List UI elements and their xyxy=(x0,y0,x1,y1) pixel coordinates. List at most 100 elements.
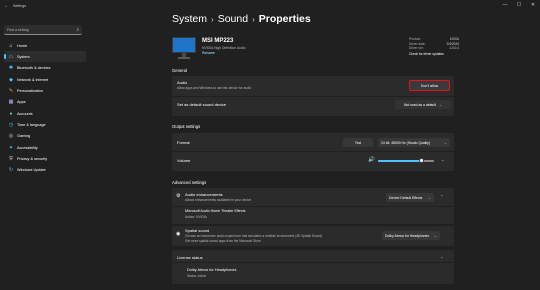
breadcrumb: System › Sound › Properties xyxy=(172,13,311,25)
sidebar-item-label: Bluetooth & devices xyxy=(17,66,51,71)
default-device-label: Set as default sound device xyxy=(177,102,227,107)
sidebar-item-label: System xyxy=(17,54,30,59)
minimize-button[interactable]: — xyxy=(498,0,512,10)
enhancements-select[interactable]: Device Default Effects ⌄ xyxy=(386,193,434,202)
test-button[interactable]: Test xyxy=(343,138,373,147)
chevron-down-icon: ⌄ xyxy=(433,233,437,238)
chevron-right-icon: › xyxy=(252,14,255,24)
advanced-heading: Advanced settings xyxy=(172,180,207,185)
spatial-label: Spatial sound xyxy=(185,228,210,233)
audio-label: Audio xyxy=(177,80,188,85)
search-icon[interactable]: ⌕ xyxy=(76,27,79,32)
chevron-down-icon: ⌄ xyxy=(443,140,447,145)
breadcrumb-sound[interactable]: Sound xyxy=(218,13,248,25)
sidebar-item-label: Network & internet xyxy=(17,77,49,82)
divider xyxy=(172,262,454,263)
sidebar-item-label: Personalization xyxy=(17,88,43,93)
enhancements-value: Device Default Effects xyxy=(389,195,423,200)
default-device-button[interactable]: Not used as a default ⌄ xyxy=(395,100,451,109)
driver-update-link[interactable]: Check for driver updates xyxy=(409,52,459,56)
sidebar-item-windows-update[interactable]: ↻ Windows Update xyxy=(4,165,86,176)
title-bar: ← Settings xyxy=(0,0,540,12)
prop-key: Driver ver: xyxy=(409,46,424,51)
sidebar-item-label: Accounts xyxy=(17,111,33,116)
sidebar-item-bluetooth-devices[interactable]: ✱ Bluetooth & devices xyxy=(4,63,86,74)
windows-update-icon: ↻ xyxy=(8,167,14,174)
device-properties: Product: 1000A Driver date: 2/4/2024 Drive… xyxy=(409,37,459,56)
page-title: Properties xyxy=(258,13,311,25)
format-value: 24 bit, 48000 Hz (Studio Quality) xyxy=(381,140,431,145)
license-card: License status Dolby Atmos for Headphone… xyxy=(172,250,454,284)
gaming-icon: ◎ xyxy=(8,133,14,140)
sidebar-item-accessibility[interactable]: ✦ Accessibility xyxy=(4,142,86,153)
home-icon: ⌂ xyxy=(9,42,13,49)
sidebar-item-label: Privacy & security xyxy=(17,156,48,161)
search-placeholder: Find a setting xyxy=(7,27,29,32)
volume-slider[interactable] xyxy=(378,158,434,164)
window-controls: — ☐ ✕ xyxy=(498,0,540,10)
sidebar-item-privacy-security[interactable]: ⛨ Privacy & security xyxy=(4,153,86,164)
volume-label: Volume xyxy=(177,158,191,163)
privacy-icon: ⛨ xyxy=(9,155,13,162)
sidebar-item-label: Time & language xyxy=(17,122,46,127)
divider xyxy=(172,96,454,97)
device-name: MSI MP223 xyxy=(202,38,234,44)
sidebar-item-label: Home xyxy=(17,43,28,48)
license-status: Status: Active xyxy=(187,274,207,278)
general-heading: General xyxy=(172,68,187,73)
sidebar-item-personalization[interactable]: ✎ Personalization xyxy=(4,85,86,96)
maximize-button[interactable]: ☐ xyxy=(512,0,526,10)
sidebar-nav: ⌂ Home ▭ System ✱ Bluetooth & devices ◆ Network… xyxy=(4,40,86,176)
sidebar-item-label: Gaming xyxy=(17,134,31,139)
back-icon[interactable]: ← xyxy=(4,3,10,9)
enhancements-collapse-icon[interactable]: ⌃ xyxy=(440,194,443,199)
license-name: Dolby Atmos for Headphones xyxy=(187,268,237,272)
sidebar-item-label: Windows Update xyxy=(17,168,46,173)
sidebar-item-label: Accessibility xyxy=(17,145,38,150)
format-select[interactable]: 24 bit, 48000 Hz (Studio Quality) ⌄ xyxy=(378,138,450,147)
divider xyxy=(172,206,454,207)
breadcrumb-system[interactable]: System xyxy=(172,13,207,25)
volume-slider-fill xyxy=(378,160,422,162)
spatial-value: Dolby Atmos for Headphones xyxy=(385,233,430,238)
default-device-text: Not used as a default xyxy=(403,102,437,107)
search-input[interactable]: Find a setting ⌕ xyxy=(4,25,82,35)
monitor-icon xyxy=(172,37,196,59)
sidebar-item-apps[interactable]: ▦ Apps xyxy=(4,97,86,108)
network-icon: ◆ xyxy=(9,76,13,83)
sidebar-item-gaming[interactable]: ◎ Gaming xyxy=(4,131,86,142)
license-collapse-icon[interactable]: ⌃ xyxy=(440,256,443,261)
sidebar-item-network-internet[interactable]: ◆ Network & internet xyxy=(4,74,86,85)
theater-sub: Author: NVIDIA xyxy=(185,215,207,219)
volume-expand-icon[interactable]: ⌄ xyxy=(441,157,444,162)
format-label: Format xyxy=(177,140,190,145)
enhancements-label: Audio enhancements xyxy=(185,192,223,197)
system-icon: ▭ xyxy=(8,53,14,60)
accessibility-icon: ✦ xyxy=(8,144,14,151)
spatial-sub: Choose an immersive audio experience tha… xyxy=(185,234,323,238)
chevron-down-icon: ⌄ xyxy=(427,195,431,200)
spatial-sound-icon: ◉ xyxy=(176,231,181,237)
rename-link[interactable]: Rename xyxy=(202,51,215,55)
accounts-icon: ● xyxy=(9,110,13,117)
output-heading: Output settings xyxy=(172,124,201,129)
speaker-icon[interactable]: 🔊 xyxy=(368,157,375,163)
spatial-select[interactable]: Dolby Atmos for Headphones ⌄ xyxy=(382,231,440,240)
sidebar-item-system[interactable]: ▭ System xyxy=(4,51,86,63)
device-subtitle: NVIDIA High Definition Audio xyxy=(202,46,246,50)
bluetooth-icon: ✱ xyxy=(8,65,14,72)
chevron-down-icon: ⌄ xyxy=(439,102,443,107)
sidebar-item-label: Apps xyxy=(17,100,26,105)
apps-icon: ▦ xyxy=(8,99,14,106)
sidebar-item-time-language[interactable]: ◷ Time & language xyxy=(4,119,86,130)
sidebar-item-home[interactable]: ⌂ Home xyxy=(4,40,86,51)
dont-allow-button[interactable]: Don't allow xyxy=(409,80,450,91)
audio-sub: Allow apps and Windows to use this devic… xyxy=(177,86,252,90)
close-button[interactable]: ✕ xyxy=(526,0,540,10)
sidebar-item-accounts[interactable]: ● Accounts xyxy=(4,108,86,119)
spatial-sub2: Get more spatial sound apps from the Mic… xyxy=(185,239,261,243)
enhancements-sub: Allows enhancements available for your d… xyxy=(185,198,252,202)
chevron-right-icon: › xyxy=(211,14,214,24)
window-title: Settings xyxy=(13,4,26,8)
time-language-icon: ◷ xyxy=(8,121,14,128)
